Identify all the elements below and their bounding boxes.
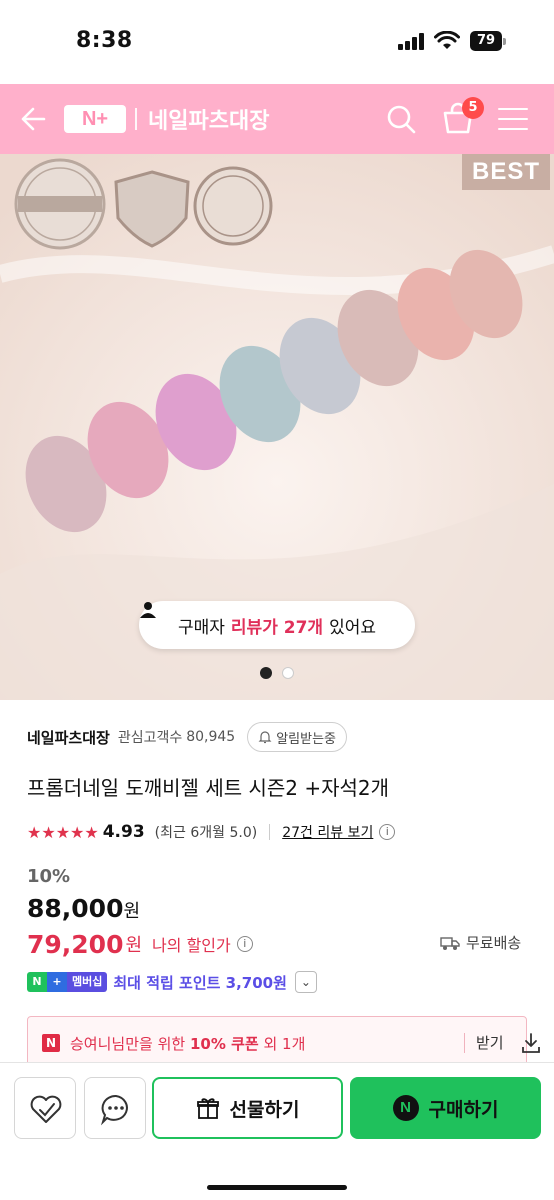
chat-bubble-icon	[100, 1094, 128, 1126]
signal-icon	[398, 33, 426, 50]
bell-icon	[258, 731, 272, 744]
original-price: 88,000원	[27, 894, 140, 923]
alarm-label: 알림받는중	[276, 731, 337, 747]
brand-logo[interactable]: N+	[64, 105, 126, 133]
wifi-icon	[434, 31, 460, 49]
coupon-get-label[interactable]: 받기	[476, 1032, 504, 1053]
search-icon[interactable]	[385, 102, 417, 136]
buy-button[interactable]: N 구매하기	[350, 1077, 541, 1139]
my-discount-label: 나의 할인가	[152, 936, 231, 955]
rating-divider	[269, 824, 271, 840]
talk-button[interactable]	[84, 1077, 146, 1139]
coupon-divider	[464, 1033, 465, 1053]
review-link[interactable]: 27건 리뷰 보기	[282, 822, 373, 842]
review-pill-highlight: 리뷰가 27개	[230, 617, 324, 638]
product-title: 프롬더네일 도깨비젤 세트 시즌2 +자석2개	[27, 776, 390, 800]
truck-icon	[440, 936, 460, 950]
info-icon[interactable]: i	[379, 824, 396, 840]
review-pill-prefix: 구매자	[178, 617, 225, 638]
alarm-button[interactable]: 알림받는중	[247, 722, 348, 752]
free-shipping-label: 무료배송	[466, 934, 522, 952]
naver-n-icon: N	[42, 1034, 60, 1052]
sale-price: 79,200	[27, 929, 124, 959]
heart-check-icon	[30, 1095, 62, 1123]
rating-value: 4.93	[102, 822, 145, 842]
wishlist-button[interactable]	[14, 1077, 76, 1139]
menu-icon[interactable]	[498, 106, 528, 132]
seal-domestic-icon	[193, 166, 273, 246]
carousel-dot-active[interactable]	[260, 667, 272, 679]
seller-name[interactable]: 네일파츠대장	[27, 727, 110, 748]
buy-label: 구매하기	[428, 1098, 499, 1121]
product-image[interactable]: BEST 구매자 리뷰가 27개 있어요	[0, 154, 554, 700]
fans-count: 80,945	[186, 729, 236, 745]
status-bar: 8:38 79	[0, 0, 554, 84]
coupon-suffix: 외 1개	[263, 1035, 306, 1053]
download-icon[interactable]	[520, 1031, 542, 1055]
gift-icon	[196, 1098, 219, 1119]
home-indicator[interactable]	[207, 1185, 347, 1190]
cart-badge: 5	[462, 97, 484, 119]
naver-pay-icon: N	[392, 1095, 419, 1121]
store-name[interactable]: 네일파츠대장	[148, 103, 269, 135]
free-shipping: 무료배송	[440, 932, 521, 953]
coupon-highlight: 10% 쿠폰	[189, 1035, 259, 1053]
seller-row: 네일파츠대장 관심고객수 80,945 알림받는중	[27, 720, 527, 754]
battery-level: 79	[470, 31, 502, 51]
user-icon	[140, 602, 156, 618]
gift-button[interactable]: 선물하기	[152, 1077, 343, 1139]
back-arrow-icon[interactable]	[18, 102, 50, 136]
sale-price-row: 79,200 원 나의 할인가 i	[27, 928, 253, 960]
membership-badge-label: 멤버십	[67, 972, 108, 992]
battery-icon: 79	[470, 31, 506, 51]
carousel-dot[interactable]	[282, 667, 294, 679]
header-divider	[135, 108, 137, 130]
chevron-down-icon[interactable]: ⌄	[294, 971, 317, 993]
discount-info-icon[interactable]: i	[236, 936, 253, 952]
coupon-text: 승여니님만을 위한 10% 쿠폰 외 1개	[70, 1033, 305, 1054]
app-header: N+ 네일파츠대장	[0, 84, 554, 154]
discount-rate: 10%	[27, 866, 71, 887]
sale-price-currency: 원	[125, 935, 143, 956]
rating-recent: (최근 6개월 5.0)	[154, 825, 258, 841]
fans-label: 관심고객수	[117, 730, 183, 746]
membership-points: 최대 적립 포인트 3,700원	[113, 973, 287, 992]
carousel-dots	[258, 666, 298, 680]
rating-row: ★★★★★ 4.93 (최근 6개월 5.0) 27건 리뷰 보기 i	[27, 820, 396, 844]
coupon-banner[interactable]: N 승여니님만을 위한 10% 쿠폰 외 1개 받기	[27, 1016, 540, 1068]
membership-badge: N + 멤버십	[27, 972, 108, 992]
status-time: 8:38	[76, 28, 133, 53]
coupon-prefix: 승여니님만을 위한	[70, 1035, 186, 1053]
rating-stars: ★★★★★	[27, 822, 99, 842]
bottom-action-bar: 선물하기 N 구매하기	[0, 1062, 554, 1200]
best-tag: BEST	[462, 154, 550, 190]
brand-logo-text: N+	[81, 107, 109, 130]
seal-sales-icon	[14, 158, 106, 250]
review-summary-pill[interactable]: 구매자 리뷰가 27개 있어요	[139, 601, 415, 649]
original-price-currency: 원	[123, 901, 141, 922]
review-pill-suffix: 있어요	[329, 617, 376, 638]
membership-row: N + 멤버십 최대 적립 포인트 3,700원 ⌄	[27, 970, 317, 994]
gift-label: 선물하기	[229, 1098, 300, 1121]
original-price-value: 88,000	[27, 894, 124, 923]
